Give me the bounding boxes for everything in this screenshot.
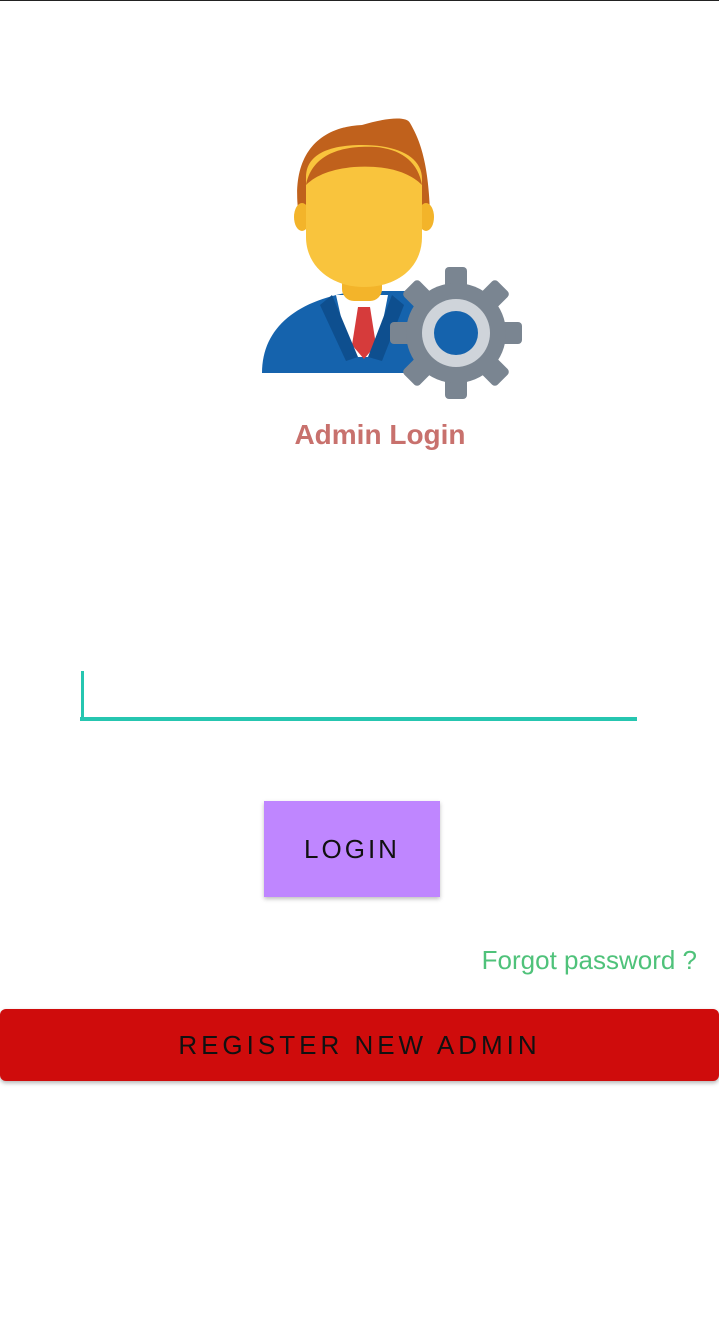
page-title: Admin Login: [294, 419, 466, 450]
forgot-password-link[interactable]: Forgot password ?: [482, 945, 697, 976]
admin-login-screen: Admin Login LOGIN Forgot password ? REGI…: [0, 0, 719, 1333]
login-input[interactable]: [80, 665, 637, 721]
register-new-admin-button[interactable]: REGISTER NEW ADMIN: [0, 1009, 719, 1081]
text-cursor: [81, 671, 84, 717]
login-field[interactable]: [80, 665, 637, 725]
login-button[interactable]: LOGIN: [264, 801, 440, 897]
admin-settings-icon: [258, 115, 524, 401]
